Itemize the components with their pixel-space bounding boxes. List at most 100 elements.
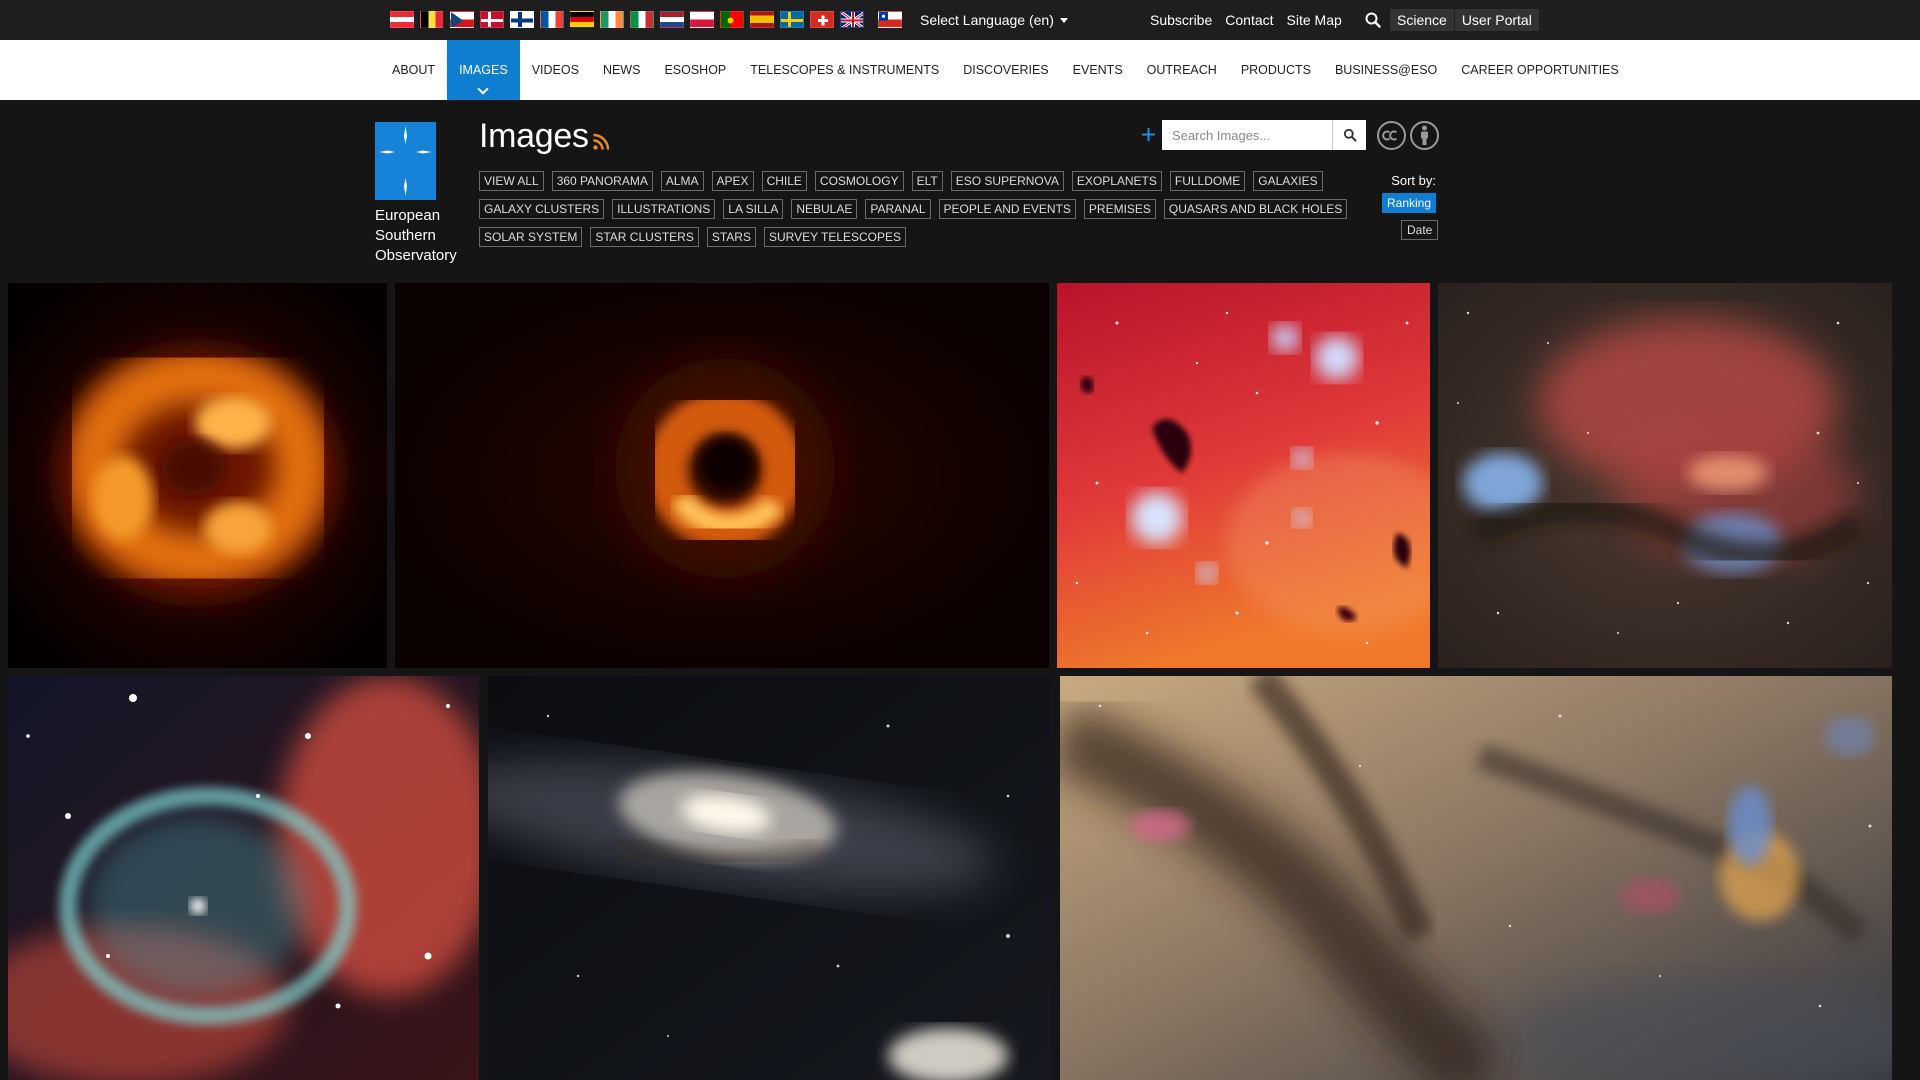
nav-images[interactable]: IMAGES	[447, 40, 520, 100]
tag-view-all[interactable]: VIEW ALL	[479, 171, 544, 191]
nav-telescopes[interactable]: TELESCOPES & INSTRUMENTS	[738, 40, 951, 100]
nav-news[interactable]: NEWS	[591, 40, 653, 100]
nav-outreach[interactable]: OUTREACH	[1135, 40, 1229, 100]
switzerland-flag[interactable]	[810, 11, 834, 28]
tag-row: SOLAR SYSTEM STAR CLUSTERS STARS SURVEY …	[479, 227, 1339, 247]
portal-buttons: Science User Portal	[1390, 9, 1539, 31]
plus-icon[interactable]	[1142, 128, 1155, 141]
select-language-dropdown[interactable]: Select Language (en)	[920, 12, 1068, 28]
tag-cosmology[interactable]: COSMOLOGY	[814, 171, 904, 191]
tag-illustrations[interactable]: ILLUSTRATIONS	[612, 199, 716, 219]
black-hole-sgr-a-image[interactable]	[8, 283, 387, 668]
sort-date-button[interactable]: Date	[1401, 220, 1439, 240]
uk-flag[interactable]	[840, 11, 864, 28]
tag-galaxies[interactable]: GALAXIES	[1253, 171, 1323, 191]
org-name-line-3: Observatory	[375, 247, 457, 264]
nav-events-label: EVENTS	[1072, 63, 1123, 77]
thors-helmet-graphic	[8, 676, 479, 1080]
tag-la-silla[interactable]: LA SILLA	[723, 199, 784, 219]
tag-nebulae[interactable]: NEBULAE	[791, 199, 858, 219]
nav-esoshop[interactable]: ESOSHOP	[652, 40, 738, 100]
nav-discoveries[interactable]: DISCOVERIES	[951, 40, 1060, 100]
denmark-flag[interactable]	[480, 11, 504, 28]
nav-outreach-label: OUTREACH	[1146, 63, 1217, 77]
org-name-line-1: European	[375, 207, 441, 224]
nav-discoveries-label: DISCOVERIES	[963, 63, 1049, 77]
tag-stars[interactable]: STARS	[706, 227, 756, 247]
black-hole-sgr-a-graphic	[8, 283, 387, 668]
milky-way-dust-clouds-image[interactable]	[1060, 676, 1892, 1080]
tag-chile[interactable]: CHILE	[761, 171, 807, 191]
finland-flag[interactable]	[510, 11, 534, 28]
tag-elt[interactable]: ELT	[911, 171, 943, 191]
ireland-flag[interactable]	[600, 11, 624, 28]
black-hole-m87-image[interactable]	[395, 283, 1049, 668]
search-button[interactable]	[1332, 120, 1366, 150]
tag-people-and-events[interactable]: PEOPLE AND EVENTS	[938, 199, 1076, 219]
page-title: Images	[479, 117, 589, 155]
tag-fulldome[interactable]: FULLDOME	[1169, 171, 1246, 191]
subscribe-link[interactable]: Subscribe	[1150, 12, 1212, 28]
france-flag[interactable]	[540, 11, 564, 28]
nav-business-label: BUSINESS@ESO	[1334, 63, 1438, 77]
netherlands-flag[interactable]	[660, 11, 684, 28]
tag-apex[interactable]: APEX	[711, 171, 754, 191]
user-portal-button[interactable]: User Portal	[1453, 9, 1539, 31]
tag-alma[interactable]: ALMA	[660, 171, 704, 191]
colorful-nebula-starfield-image[interactable]	[1438, 283, 1892, 668]
rss-icon[interactable]	[592, 133, 610, 151]
top-bar: Select Language (en) Subscribe Contact S…	[0, 0, 1920, 40]
nav-videos-label: VIDEOS	[531, 63, 579, 77]
nav-about[interactable]: ABOUT	[380, 40, 447, 100]
tag-survey-telescopes[interactable]: SURVEY TELESCOPES	[763, 227, 907, 247]
language-flags	[390, 11, 902, 29]
germany-flag[interactable]	[570, 11, 594, 28]
sort-ranking-button[interactable]: Ranking	[1382, 193, 1437, 213]
belgium-flag[interactable]	[420, 11, 444, 28]
red-nebula-blue-stars-image[interactable]	[1057, 283, 1430, 668]
galaxies-pair-image[interactable]	[488, 676, 1051, 1080]
contact-link[interactable]: Contact	[1225, 12, 1273, 28]
nav-business[interactable]: BUSINESS@ESO	[1323, 40, 1449, 100]
site-map-link[interactable]: Site Map	[1287, 12, 1342, 28]
attribution-icon[interactable]	[1409, 120, 1440, 151]
thors-helmet-nebula-image[interactable]	[8, 676, 479, 1080]
czech-flag[interactable]	[450, 11, 474, 28]
tag-quasars-and-black-holes[interactable]: QUASARS AND BLACK HOLES	[1163, 199, 1348, 219]
spain-flag[interactable]	[750, 11, 774, 28]
search-input[interactable]	[1162, 120, 1332, 150]
eso-logo[interactable]	[375, 122, 436, 200]
tag-premises[interactable]: PREMISES	[1083, 199, 1156, 219]
tag-exoplanets[interactable]: EXOPLANETS	[1071, 171, 1162, 191]
main-navigation: ABOUT IMAGES VIDEOS NEWS ESOSHOP TELESCO…	[0, 40, 1920, 100]
black-hole-m87-graphic	[395, 283, 1049, 668]
red-nebula-graphic	[1057, 283, 1430, 668]
sweden-flag[interactable]	[780, 11, 804, 28]
nav-esoshop-label: ESOSHOP	[664, 63, 727, 77]
creative-commons-icon[interactable]	[1376, 120, 1407, 151]
poland-flag[interactable]	[690, 11, 714, 28]
italy-flag[interactable]	[630, 11, 654, 28]
nav-about-label: ABOUT	[392, 63, 436, 77]
tag-360-panorama[interactable]: 360 PANORAMA	[551, 171, 653, 191]
chevron-down-icon	[477, 83, 490, 95]
nav-videos[interactable]: VIDEOS	[520, 40, 591, 100]
search-icon[interactable]	[1364, 11, 1382, 29]
tag-star-clusters[interactable]: STAR CLUSTERS	[590, 227, 699, 247]
chile-flag[interactable]	[878, 11, 902, 28]
tag-solar-system[interactable]: SOLAR SYSTEM	[479, 227, 583, 247]
search-icon	[1343, 128, 1356, 142]
science-button[interactable]: Science	[1390, 9, 1454, 31]
language-label: Select Language (en)	[920, 12, 1054, 28]
tag-paranal[interactable]: PARANAL	[865, 199, 931, 219]
organization-name: European Southern Observatory	[375, 206, 495, 266]
tag-galaxy-clusters[interactable]: GALAXY CLUSTERS	[479, 199, 605, 219]
sort-label: Sort by:	[1391, 173, 1436, 188]
caret-down-icon	[1059, 18, 1068, 23]
tag-eso-supernova[interactable]: ESO SUPERNOVA	[950, 171, 1064, 191]
austria-flag[interactable]	[390, 11, 414, 28]
nav-events[interactable]: EVENTS	[1061, 40, 1135, 100]
nav-careers[interactable]: CAREER OPPORTUNITIES	[1449, 40, 1630, 100]
portugal-flag[interactable]	[720, 11, 744, 28]
nav-products[interactable]: PRODUCTS	[1229, 40, 1323, 100]
